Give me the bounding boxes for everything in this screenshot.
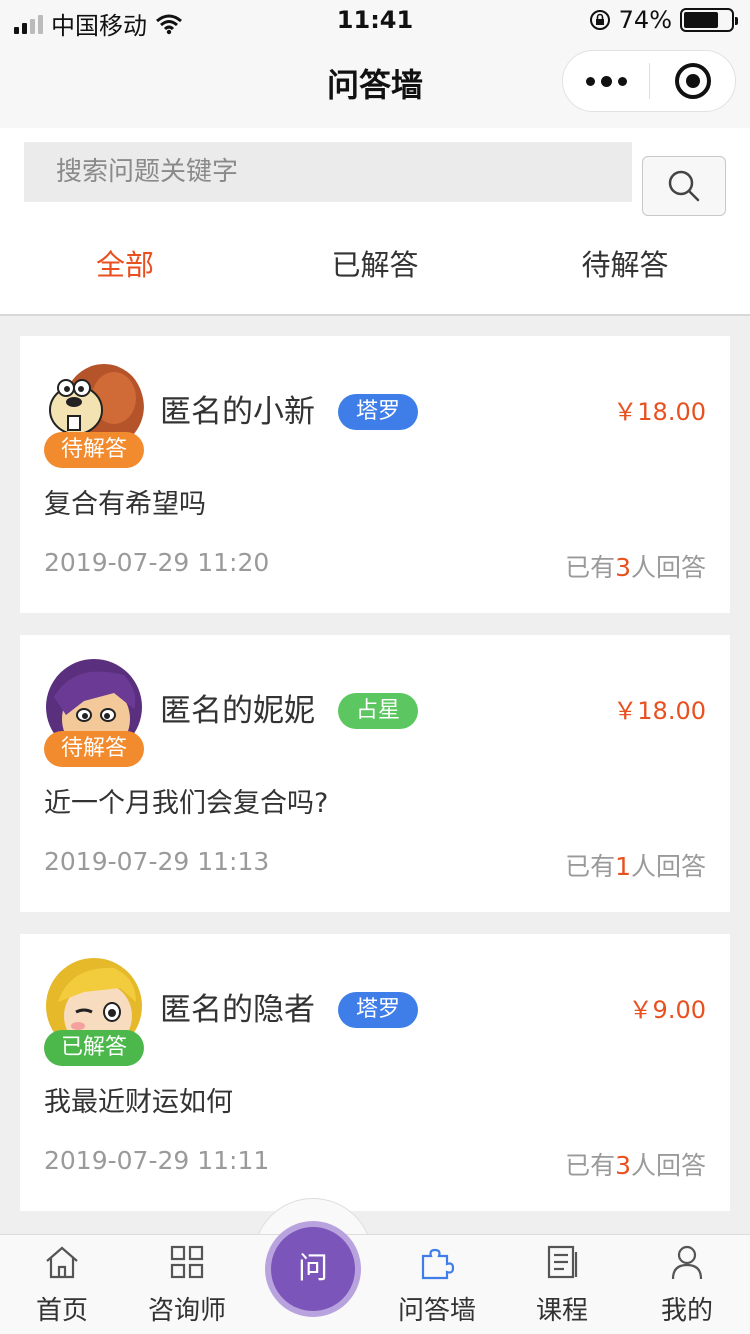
status-bar: 中国移动 11:41 74% (0, 0, 750, 40)
tab-pending[interactable]: 待解答 (500, 228, 750, 314)
price: ￥9.00 (628, 996, 706, 1024)
answer-count: 已有3人回答 (565, 548, 706, 584)
answer-number: 1 (615, 852, 631, 881)
timestamp: 2019-07-29 11:13 (44, 847, 270, 876)
price: ￥18.00 (613, 398, 706, 426)
answer-suffix: 人回答 (630, 553, 706, 582)
search-button[interactable] (642, 156, 726, 216)
question-card[interactable]: 待解答 匿名的小新 塔罗 ￥18.00 复合有希望吗 2019-07-29 11… (20, 336, 730, 613)
category-badge: 占星 (338, 693, 419, 729)
user-icon (671, 1245, 703, 1280)
more-dot (600, 75, 612, 87)
battery-fill (684, 12, 719, 28)
rotation-lock-icon (589, 10, 610, 30)
close-button[interactable] (650, 63, 735, 99)
question-text: 我最近财运如何 (44, 1087, 233, 1118)
target-icon (674, 63, 711, 99)
username: 匿名的妮妮 (160, 693, 315, 729)
tab-bar-label: 问答墙 (397, 1296, 476, 1326)
battery-icon (680, 8, 738, 32)
more-dot (585, 76, 595, 86)
tab-bar-label: 咨询师 (147, 1296, 226, 1326)
answer-suffix: 人回答 (630, 852, 706, 881)
mini-program-capsule (562, 50, 736, 112)
category-badge: 塔罗 (338, 394, 419, 430)
tab-bar-item-home[interactable]: 首页 (7, 1236, 117, 1327)
price: ￥18.00 (613, 697, 706, 725)
search-area (0, 128, 750, 228)
battery-percent: 74% (618, 6, 672, 34)
tab-bar-label: 我的 (660, 1296, 713, 1326)
username: 匿名的小新 (160, 394, 315, 430)
answer-prefix: 已有 (565, 553, 616, 582)
search-input[interactable] (24, 142, 632, 202)
filter-tabs: 全部 已解答 待解答 (0, 228, 750, 316)
home-icon (46, 1246, 78, 1279)
tab-bar-label: 课程 (535, 1296, 588, 1326)
more-button[interactable] (563, 51, 649, 111)
status-badge: 已解答 (44, 1030, 144, 1066)
question-text: 近一个月我们会复合吗? (44, 788, 329, 819)
status-badge: 待解答 (44, 432, 144, 468)
tab-bar-item-mine[interactable]: 我的 (632, 1236, 742, 1327)
search-icon (668, 170, 700, 202)
answer-number: 3 (615, 1151, 631, 1180)
grid-icon (170, 1245, 204, 1279)
question-text: 复合有希望吗 (44, 489, 206, 520)
category-badge: 塔罗 (338, 992, 419, 1028)
tab-bar-item-counselors[interactable]: 咨询师 (132, 1236, 242, 1327)
question-list: 待解答 匿名的小新 塔罗 ￥18.00 复合有希望吗 2019-07-29 11… (20, 336, 730, 1233)
answer-prefix: 已有 (565, 852, 616, 881)
tab-bar-item-qa-wall[interactable]: 问答墙 (382, 1236, 492, 1327)
username: 匿名的隐者 (160, 992, 315, 1028)
status-right: 74% (589, 6, 738, 34)
answer-number: 3 (615, 553, 631, 582)
question-card[interactable]: 已解答 匿名的隐者 塔罗 ￥9.00 我最近财运如何 2019-07-29 11… (20, 934, 730, 1211)
ask-question-button[interactable]: 问 (265, 1221, 361, 1317)
tab-bar-item-courses[interactable]: 课程 (507, 1236, 617, 1327)
tab-bar-label: 首页 (35, 1296, 88, 1326)
book-icon (547, 1245, 578, 1279)
answer-prefix: 已有 (565, 1151, 616, 1180)
status-badge: 待解答 (44, 731, 144, 767)
answer-suffix: 人回答 (630, 1151, 706, 1180)
question-card[interactable]: 待解答 匿名的妮妮 占星 ￥18.00 近一个月我们会复合吗? 2019-07-… (20, 635, 730, 912)
timestamp: 2019-07-29 11:20 (44, 548, 270, 577)
puzzle-icon (421, 1248, 455, 1280)
timestamp: 2019-07-29 11:11 (44, 1146, 270, 1175)
answer-count: 已有3人回答 (565, 1146, 706, 1182)
tab-all[interactable]: 全部 (0, 228, 250, 314)
tab-answered[interactable]: 已解答 (250, 228, 500, 314)
answer-count: 已有1人回答 (565, 847, 706, 883)
nav-bar: 问答墙 (0, 40, 750, 128)
more-dot (617, 76, 627, 86)
